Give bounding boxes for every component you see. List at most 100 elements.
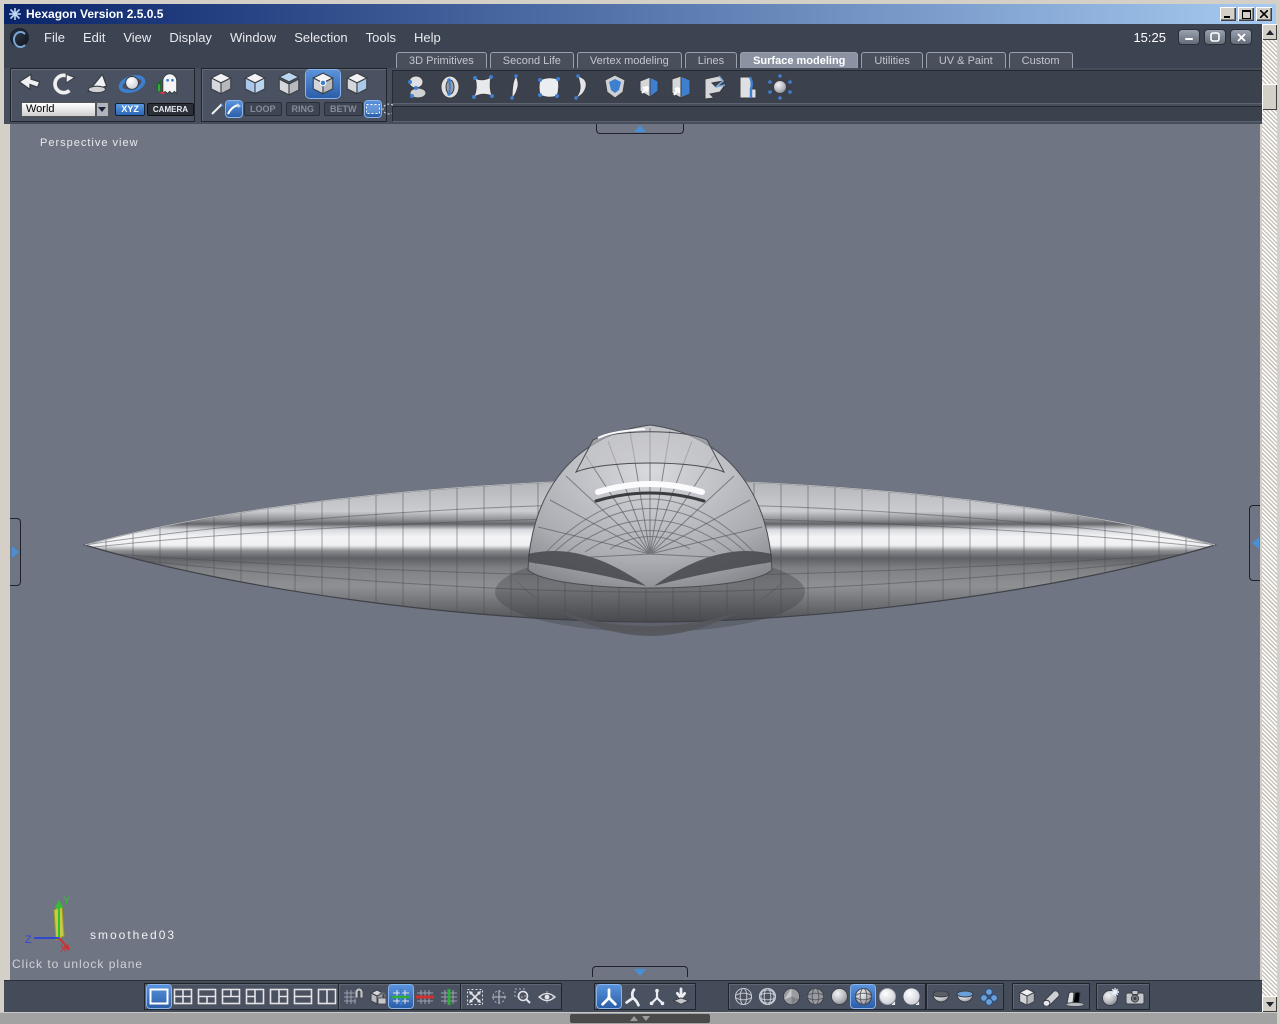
drop-to-floor-icon[interactable] [669, 985, 693, 1008]
tab-utilities[interactable]: Utilities [861, 52, 923, 68]
select-auto-cube-icon[interactable] [340, 70, 374, 98]
cube-object-icon[interactable] [1015, 985, 1039, 1008]
minimize-icon[interactable] [1220, 7, 1236, 21]
close-icon[interactable] [1256, 7, 1272, 21]
camera-toggle[interactable]: CAMERA [146, 102, 194, 116]
tab-vertex-modeling[interactable]: Vertex modeling [576, 52, 682, 68]
thickness-icon[interactable] [731, 72, 763, 102]
scroll-down-icon[interactable] [1262, 996, 1277, 1012]
menu-view[interactable]: View [114, 30, 160, 45]
app-maximize-icon[interactable] [1204, 29, 1226, 45]
tube-icon[interactable] [401, 72, 433, 102]
top-panel-handle[interactable] [596, 124, 684, 134]
rect-marquee-icon[interactable] [363, 100, 382, 118]
pan-view-icon[interactable] [487, 985, 511, 1008]
copies-icon[interactable] [1063, 985, 1087, 1008]
menu-edit[interactable]: Edit [74, 30, 114, 45]
redo-icon[interactable] [47, 70, 81, 98]
tab-surface-modeling[interactable]: Surface modeling [740, 52, 859, 68]
grid-plane-active-icon[interactable] [388, 984, 414, 1009]
ruffle-icon[interactable] [698, 72, 730, 102]
bottom-strip-handle[interactable] [570, 1014, 710, 1023]
betw-button[interactable]: BETW [324, 102, 363, 116]
xyz-toggle[interactable]: XYZ [115, 102, 145, 116]
smooth-shade-sphere-icon[interactable] [827, 985, 851, 1008]
status-hint[interactable]: Click to unlock plane [12, 957, 143, 971]
select-point-cube-icon[interactable] [305, 69, 341, 99]
right-panel-handle[interactable] [1249, 505, 1260, 581]
menu-window[interactable]: Window [221, 30, 285, 45]
layout-one-top-two-bottom-icon[interactable] [195, 985, 219, 1008]
world-selector[interactable]: World [21, 101, 96, 117]
ghost-visibility-icon[interactable] [149, 70, 183, 98]
camera-snapshot-icon[interactable] [1123, 985, 1147, 1008]
tab-second-life[interactable]: Second Life [489, 52, 574, 68]
symmetry-icon[interactable] [764, 72, 796, 102]
grid-plane-horizontal-icon[interactable] [413, 985, 437, 1008]
paint-select-plus-icon[interactable] [225, 100, 243, 118]
hexagon-logo-icon[interactable] [10, 27, 29, 48]
gordon-surface-icon[interactable] [566, 72, 598, 102]
flat-shade-sphere-icon[interactable] [779, 985, 803, 1008]
dense-wireframe-sphere-icon[interactable] [755, 985, 779, 1008]
menu-tools[interactable]: Tools [357, 30, 405, 45]
manipulator-ball-icon[interactable] [115, 70, 149, 98]
layout-split-left-icon[interactable] [243, 985, 267, 1008]
smooth-shield-icon[interactable] [599, 72, 631, 102]
world-dropdown-icon[interactable] [95, 101, 110, 117]
rotate-manipulator-icon[interactable] [621, 985, 645, 1008]
select-object-cube-icon[interactable] [204, 70, 238, 98]
tab-lines[interactable]: Lines [684, 52, 738, 68]
tab-uv-paint[interactable]: UV & Paint [925, 52, 1006, 68]
layout-single-icon[interactable] [146, 984, 172, 1009]
perspective-viewport[interactable]: Perspective view Y Z X smoothed03 Click … [10, 124, 1260, 980]
render-sphere-icon[interactable] [1099, 985, 1123, 1008]
extrude-face-icon[interactable] [632, 72, 664, 102]
menu-file[interactable]: File [35, 30, 74, 45]
revolve-icon[interactable] [434, 72, 466, 102]
dynamic-geometry-icon[interactable] [977, 985, 1001, 1008]
model-smoothed03[interactable] [10, 124, 1260, 980]
bowl-icon[interactable] [929, 985, 953, 1008]
flat-wire-sphere-icon[interactable] [803, 985, 827, 1008]
extrude-inset-icon[interactable] [665, 72, 697, 102]
select-cone-icon[interactable] [81, 70, 115, 98]
menu-display[interactable]: Display [160, 30, 221, 45]
universal-manipulator-icon[interactable] [596, 984, 622, 1009]
layout-split-right-icon[interactable] [267, 985, 291, 1008]
look-at-icon[interactable] [535, 985, 559, 1008]
fit-view-icon[interactable] [463, 985, 487, 1008]
bright-sphere-icon[interactable] [899, 985, 923, 1008]
scrollbar-thumb[interactable] [1262, 84, 1277, 110]
loop-button[interactable]: LOOP [244, 102, 282, 116]
maximize-icon[interactable] [1238, 7, 1254, 21]
double-sweep-icon[interactable] [467, 72, 499, 102]
menu-help[interactable]: Help [405, 30, 450, 45]
coons-surface-icon[interactable] [533, 72, 565, 102]
select-edge-cube-icon[interactable] [272, 70, 306, 98]
layout-two-rows-icon[interactable] [291, 985, 315, 1008]
layout-quad-icon[interactable] [171, 985, 195, 1008]
smooth-wire-sphere-icon[interactable] [850, 984, 876, 1009]
paint-select-icon[interactable] [210, 101, 226, 117]
tab-3d-primitives[interactable]: 3D Primitives [396, 52, 487, 68]
app-close-icon[interactable] [1230, 29, 1252, 45]
cylinder-object-icon[interactable] [1039, 985, 1063, 1008]
vertical-scrollbar[interactable] [1262, 24, 1277, 1012]
smoothed-bowl-icon[interactable] [953, 985, 977, 1008]
bottom-panel-handle[interactable] [592, 966, 688, 977]
textured-sphere-icon[interactable] [875, 985, 899, 1008]
scroll-up-icon[interactable] [1262, 24, 1277, 40]
snap-grid-magnet-icon[interactable] [341, 985, 365, 1008]
wireframe-sphere-icon[interactable] [731, 985, 755, 1008]
left-panel-handle[interactable] [10, 518, 21, 586]
lock-object-icon[interactable] [365, 985, 389, 1008]
select-face-cube-icon[interactable] [238, 70, 272, 98]
zoom-region-icon[interactable] [511, 985, 535, 1008]
app-minimize-icon[interactable] [1178, 29, 1200, 45]
layout-two-top-one-bottom-icon[interactable] [219, 985, 243, 1008]
tab-custom[interactable]: Custom [1008, 52, 1073, 68]
menu-selection[interactable]: Selection [285, 30, 356, 45]
layout-two-cols-icon[interactable] [315, 985, 339, 1008]
ring-button[interactable]: RING [285, 102, 321, 116]
